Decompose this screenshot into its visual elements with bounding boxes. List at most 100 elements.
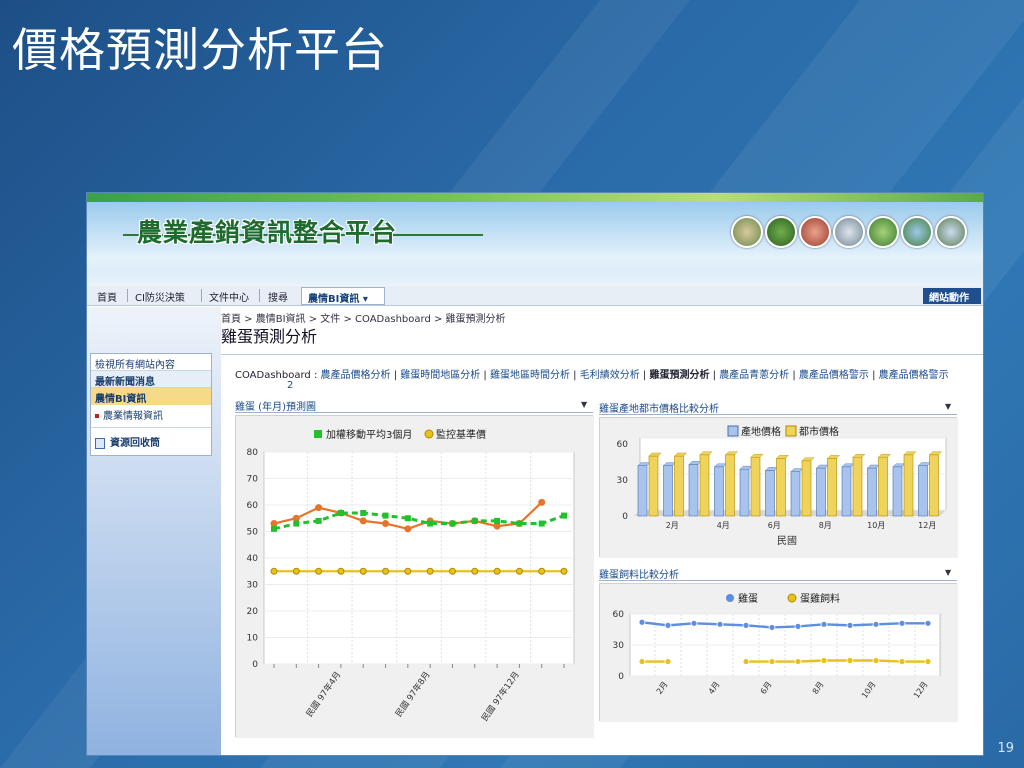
coa-link-margin[interactable]: 毛利績效分析 bbox=[580, 370, 640, 381]
bi-sub-item[interactable]: 農業情報資訊 bbox=[91, 405, 211, 422]
coa-link-egg-time-region[interactable]: 雞蛋時間地區分析 bbox=[400, 370, 480, 381]
coa-link-onion[interactable]: 農產品青蔥分析 bbox=[719, 370, 789, 381]
price-compare-webpart-title[interactable]: 雞蛋產地都市價格比較分析 bbox=[599, 400, 719, 415]
site-title[interactable]: 農業產銷資訊整合平台 bbox=[137, 213, 397, 249]
chevron-down-icon[interactable]: ▼ bbox=[945, 568, 951, 577]
series-point bbox=[292, 514, 300, 522]
y-tick-label: 10 bbox=[247, 634, 259, 644]
sharepoint-screenshot: 農業產銷資訊整合平台 首頁 CI防災決策 文件中心 搜尋 農情BI資訊 ▾ 網站… bbox=[86, 192, 984, 756]
recycle-bin-link[interactable]: 資源回收筒 bbox=[91, 432, 211, 449]
series-point bbox=[494, 517, 501, 524]
series-point bbox=[359, 567, 367, 575]
title-divider bbox=[221, 354, 983, 355]
series-point bbox=[872, 620, 880, 628]
recycle-bin-label: 資源回收筒 bbox=[110, 438, 160, 449]
forecast-webpart-title[interactable]: 雞蛋 (年月)預測圖 bbox=[235, 398, 316, 413]
series-point bbox=[768, 624, 776, 631]
price-compare-chart-frame: 0 30 60 產地價格 都市價格 2月 4月 6月 8月 10月 12月 民國 bbox=[599, 417, 958, 558]
chevron-down-icon[interactable]: ▼ bbox=[945, 402, 951, 411]
series-point bbox=[404, 567, 412, 575]
bar bbox=[739, 468, 750, 517]
price-compare-bar-chart: 0 30 60 產地價格 都市價格 2月 4月 6月 8月 10月 12月民國 bbox=[600, 418, 958, 558]
meat-photo-icon bbox=[799, 216, 831, 248]
left-column: 檢視所有網站內容 最新新聞消息 農情BI資訊 農業情報資訊 資源回收筒 bbox=[87, 307, 221, 755]
legend-marker-blue bbox=[726, 594, 734, 602]
series-point bbox=[846, 657, 854, 664]
bi-info-link[interactable]: 農情BI資訊 bbox=[91, 388, 211, 405]
nav-home[interactable]: 首頁 bbox=[97, 289, 117, 304]
series-point bbox=[515, 567, 523, 575]
coa-prefix: COADashboard : bbox=[235, 370, 318, 381]
coa-overflow-line: 2 bbox=[287, 380, 294, 391]
bar bbox=[867, 467, 877, 517]
quicklaunch-divider bbox=[91, 427, 211, 428]
feed-compare-chart-frame: 0 30 60 雞蛋 蛋雞飼料 2月 4月 6月 8月 10月 12月 bbox=[599, 583, 958, 722]
series-point bbox=[471, 567, 479, 575]
series-point bbox=[337, 509, 344, 516]
bar bbox=[663, 465, 673, 517]
series-point bbox=[898, 658, 906, 665]
view-all-site-content-link[interactable]: 檢視所有網站內容 bbox=[91, 354, 211, 371]
banner-top-line bbox=[87, 193, 983, 202]
series-point bbox=[404, 515, 411, 522]
bar bbox=[648, 455, 659, 517]
coa-link-price-alert-2[interactable]: 農產品價格警示 bbox=[879, 370, 949, 381]
feed-compare-line-chart: 03060雞蛋 蛋雞飼料2月 4月 6月 8月 10月 12月 bbox=[600, 584, 958, 722]
y-tick-label: 30 bbox=[247, 581, 259, 591]
coa-link-egg-forecast-current[interactable]: 雞蛋預測分析 bbox=[649, 370, 709, 381]
x-tick-label: 12月 bbox=[918, 521, 936, 530]
legend-label: 監控基準價 bbox=[436, 428, 486, 441]
latest-news-link[interactable]: 最新新聞消息 bbox=[91, 371, 211, 388]
bar bbox=[801, 460, 812, 517]
chevron-down-icon[interactable]: ▼ bbox=[581, 400, 587, 409]
series-point bbox=[427, 520, 434, 527]
y-tick-label: 30 bbox=[617, 476, 629, 486]
bar bbox=[816, 467, 826, 517]
nav-bi-info-tab[interactable]: 農情BI資訊 ▾ bbox=[301, 287, 385, 305]
series-point bbox=[404, 525, 412, 533]
bamboo-photo-icon bbox=[765, 216, 797, 248]
animal-photo-icon bbox=[935, 216, 967, 248]
series-point bbox=[315, 504, 323, 512]
series-point bbox=[716, 620, 724, 628]
slide-page-number: 19 bbox=[997, 741, 1014, 756]
bar bbox=[674, 455, 684, 517]
feed-compare-webpart-title[interactable]: 雞蛋飼料比較分析 bbox=[599, 566, 679, 581]
nav-ci-decision[interactable]: CI防災決策 bbox=[135, 289, 185, 304]
coa-link-egg-region-time[interactable]: 雞蛋地區時間分析 bbox=[490, 370, 570, 381]
series-point bbox=[638, 658, 646, 665]
site-actions-button[interactable]: 網站動作 bbox=[923, 288, 981, 304]
series-point bbox=[382, 567, 390, 575]
quick-launch: 檢視所有網站內容 最新新聞消息 農情BI資訊 農業情報資訊 資源回收筒 bbox=[90, 353, 212, 456]
coa-link-price-alert[interactable]: 農產品價格警示 bbox=[799, 370, 869, 381]
series-point bbox=[872, 657, 880, 664]
fish-photo-icon bbox=[833, 216, 865, 248]
tractor-photo-icon bbox=[901, 216, 933, 248]
nav-search[interactable]: 搜尋 bbox=[268, 289, 288, 304]
series-point bbox=[493, 522, 501, 530]
bar bbox=[637, 465, 648, 517]
series-point bbox=[742, 621, 750, 629]
y-tick-label: 60 bbox=[617, 440, 629, 450]
series-point bbox=[293, 520, 300, 527]
y-tick-label: 40 bbox=[247, 554, 259, 564]
nav-document-center[interactable]: 文件中心 bbox=[209, 289, 249, 304]
coa-link-price[interactable]: 農產品價格分析 bbox=[321, 370, 391, 381]
series-point bbox=[560, 567, 568, 575]
banner-cloud bbox=[87, 248, 983, 286]
x-axis-label: 民國 bbox=[777, 535, 797, 547]
bar bbox=[841, 466, 852, 517]
x-tick-label: 8月 bbox=[819, 521, 832, 530]
series-point bbox=[820, 657, 828, 664]
forecast-line-chart: 01020304050607080加權移動平均3個月 監控基準價民國 97年4月民… bbox=[236, 416, 594, 738]
bar bbox=[765, 470, 775, 517]
bar bbox=[750, 456, 761, 517]
series-point bbox=[359, 517, 367, 525]
bar bbox=[892, 466, 903, 517]
agri-intel-link[interactable]: 農業情報資訊 bbox=[103, 411, 163, 422]
series-point bbox=[270, 520, 278, 528]
site-banner: 農業產銷資訊整合平台 bbox=[87, 193, 983, 286]
nav-separator bbox=[201, 289, 202, 302]
series-point bbox=[471, 517, 478, 524]
recycle-bin-icon bbox=[95, 437, 105, 449]
